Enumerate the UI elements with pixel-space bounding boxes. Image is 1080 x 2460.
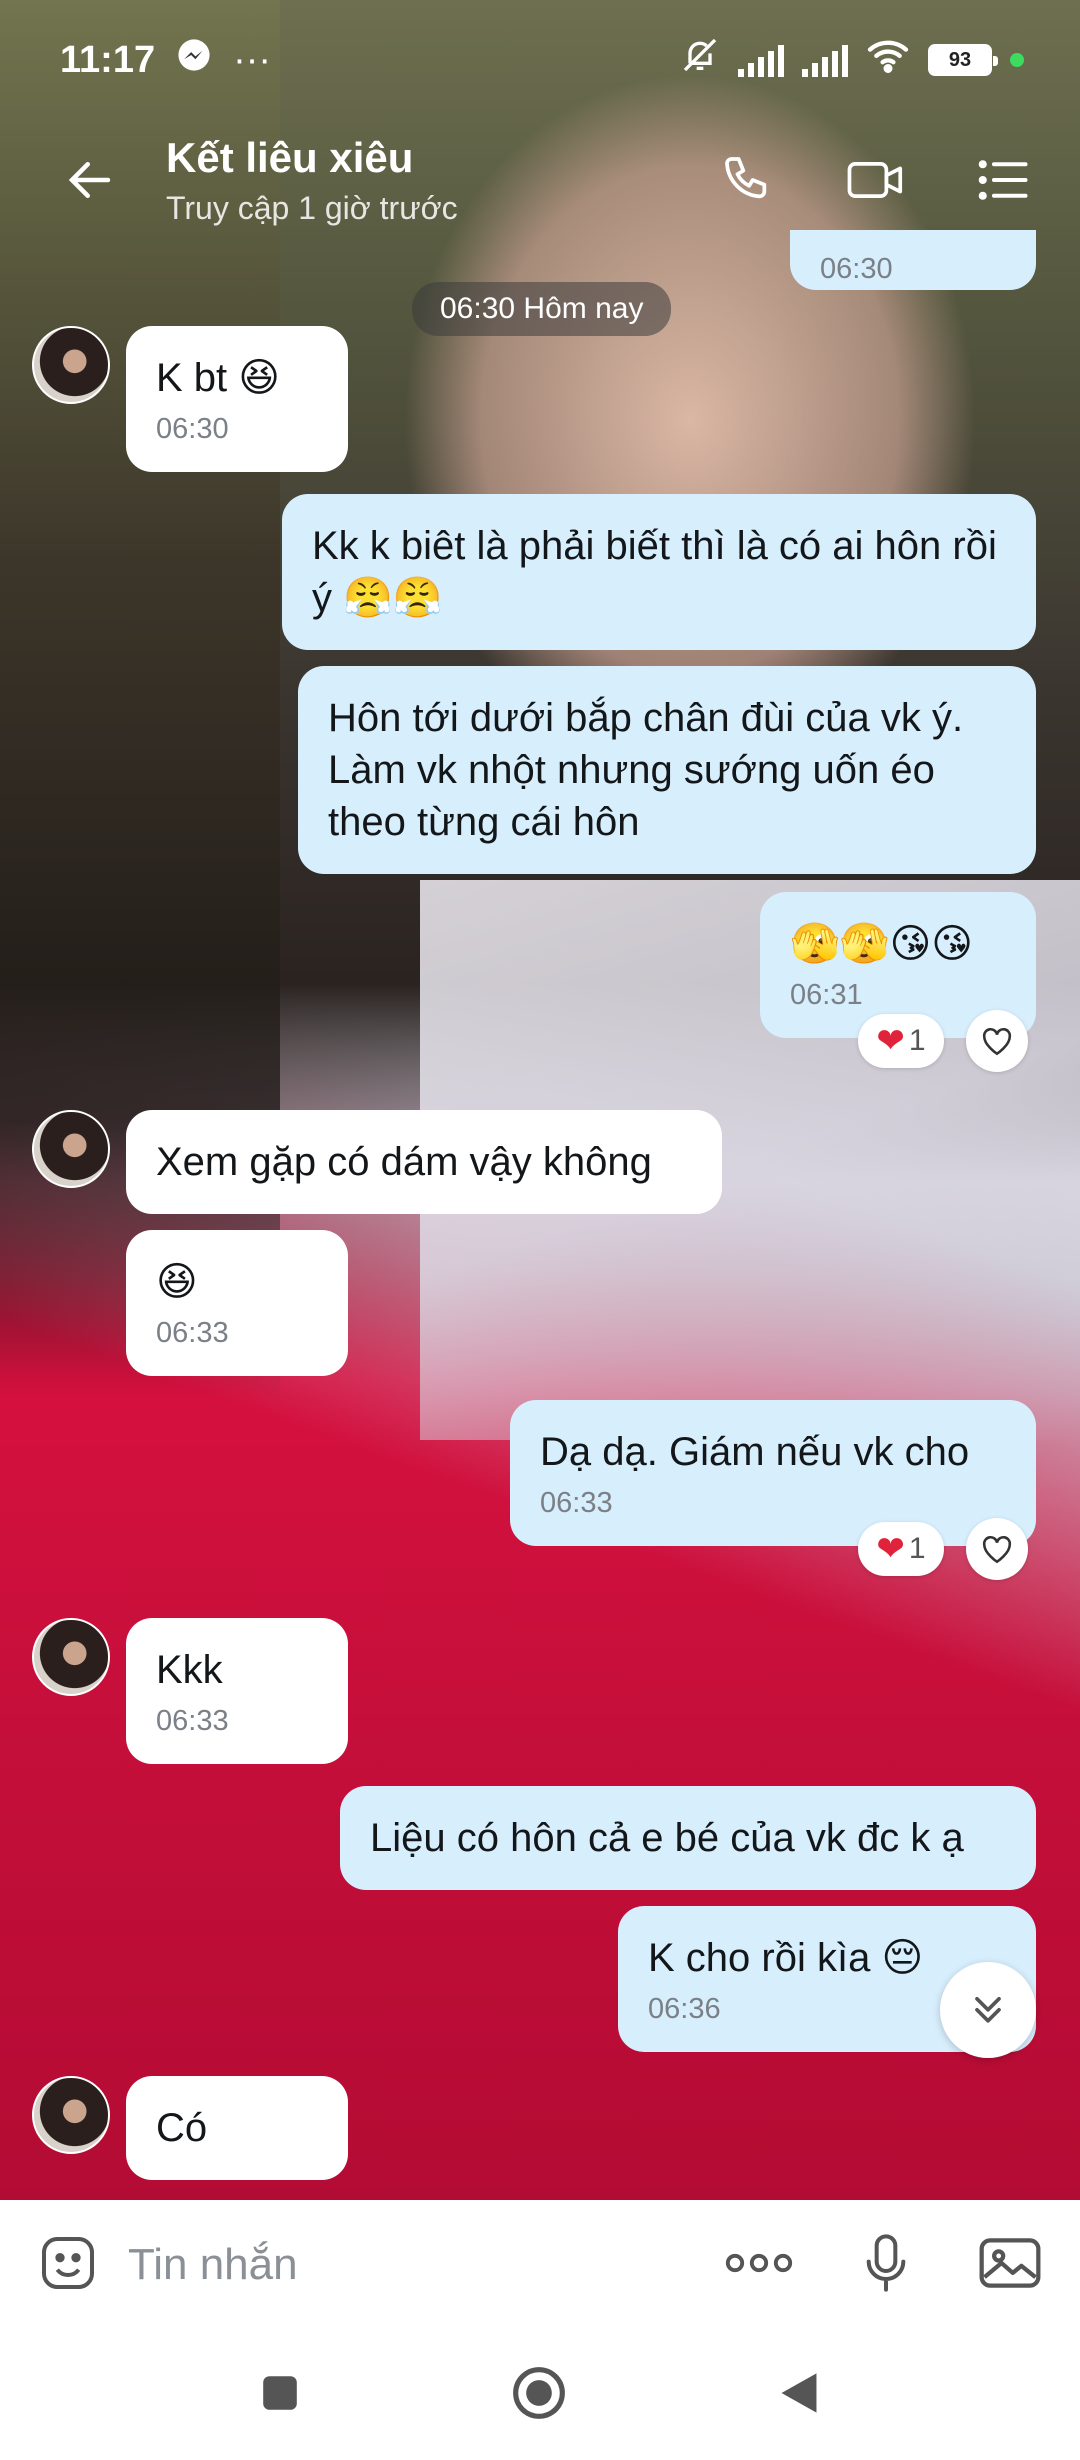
microphone-icon[interactable]: [862, 2231, 910, 2300]
more-notifications-icon: ···: [233, 38, 272, 81]
message-bubble-out[interactable]: Dạ dạ. Giám nếu vk cho 06:33: [510, 1400, 1036, 1546]
heart-reaction-icon: ❤: [876, 1530, 905, 1568]
message-bubble-out[interactable]: Liệu có hôn cả e bé của vk đc k ạ: [340, 1786, 1036, 1890]
menu-list-icon[interactable]: [976, 156, 1030, 204]
message-bubble-out[interactable]: Kk k biêt là phải biết thì là có ai hôn …: [282, 494, 1036, 650]
wifi-icon: [866, 37, 910, 83]
system-navigation-bar: [0, 2330, 1080, 2460]
contact-avatar[interactable]: [32, 326, 110, 404]
message-time: 06:30: [156, 413, 229, 445]
message-text: Dạ dạ. Giám nếu vk cho: [540, 1430, 970, 1474]
phone-icon[interactable]: [720, 152, 776, 208]
messenger-icon: [177, 38, 211, 82]
image-gallery-icon[interactable]: [976, 2231, 1044, 2300]
home-icon[interactable]: [511, 2365, 567, 2426]
chat-header: Kết liêu xiêu Truy cập 1 giờ trước: [0, 120, 1080, 240]
clock: 11:17: [60, 38, 156, 81]
contact-avatar[interactable]: [32, 1110, 110, 1188]
signal-1-icon: [738, 43, 784, 77]
reaction-badge[interactable]: ❤ 1: [858, 1522, 944, 1576]
message-bubble-in[interactable]: Kkk 06:33: [126, 1618, 348, 1764]
message-time: 06:30: [820, 253, 893, 285]
date-separator: 06:30 Hôm nay: [412, 282, 672, 336]
message-text: 🫣🫣😘😘: [790, 922, 974, 966]
message-text: 😆: [156, 1260, 198, 1304]
mute-icon: [680, 35, 720, 85]
contact-avatar[interactable]: [32, 2076, 110, 2154]
react-heart-button[interactable]: [966, 1010, 1028, 1072]
message-bubble-in[interactable]: 😆 06:33: [126, 1230, 348, 1376]
message-text: Kk k biêt là phải biết thì là có ai hôn …: [312, 524, 997, 620]
message-text: Có: [156, 2106, 208, 2150]
sticker-emoji-icon[interactable]: [36, 2231, 100, 2300]
message-composer: [0, 2200, 1080, 2330]
reaction-count: 1: [908, 1024, 926, 1057]
message-time: 06:33: [540, 1487, 613, 1519]
message-time: 06:31: [790, 979, 863, 1011]
more-options-icon[interactable]: [722, 2251, 796, 2280]
contact-name: Kết liêu xiêu: [166, 133, 414, 181]
privacy-indicator-icon: [1010, 53, 1024, 67]
reaction-badge[interactable]: ❤ 1: [858, 1014, 944, 1068]
scroll-to-bottom-button[interactable]: [940, 1962, 1036, 2058]
message-text: Hôn tới dưới bắp chân đùi của vk ý. Làm …: [328, 696, 964, 844]
contact-avatar[interactable]: [32, 1618, 110, 1696]
reaction-count: 1: [908, 1532, 926, 1565]
back-arrow-icon[interactable]: [60, 150, 120, 210]
message-bubble-in[interactable]: Xem gặp có dám vậy không: [126, 1110, 722, 1214]
message-text: K bt 😆: [156, 356, 280, 400]
message-list[interactable]: 06:30 06:30 Hôm nay K bt 😆 06:30 Kk k bi…: [0, 230, 1080, 2202]
battery-icon: 93: [928, 44, 998, 76]
double-chevron-down-icon: [966, 1986, 1010, 2035]
message-text: Xem gặp có dám vậy không: [156, 1140, 652, 1184]
message-input[interactable]: [128, 2240, 722, 2290]
signal-2-icon: [802, 43, 848, 77]
recent-apps-icon[interactable]: [259, 2372, 301, 2419]
last-seen: Truy cập 1 giờ trước: [166, 189, 458, 226]
message-bubble-in[interactable]: K bt 😆 06:30: [126, 326, 348, 472]
video-call-icon[interactable]: [846, 154, 906, 206]
message-time: 06:33: [156, 1317, 229, 1349]
status-bar: 11:17 ··· 93: [0, 0, 1080, 120]
message-bubble-out[interactable]: Hôn tới dưới bắp chân đùi của vk ý. Làm …: [298, 666, 1036, 874]
message-text: Kkk: [156, 1648, 223, 1692]
message-time: 06:33: [156, 1705, 229, 1737]
message-bubble-in[interactable]: Có: [126, 2076, 348, 2180]
heart-reaction-icon: ❤: [876, 1022, 905, 1060]
back-triangle-icon[interactable]: [777, 2369, 821, 2422]
message-bubble-out[interactable]: 06:30: [790, 230, 1036, 290]
react-heart-button[interactable]: [966, 1518, 1028, 1580]
contact-info[interactable]: Kết liêu xiêu Truy cập 1 giờ trước: [166, 134, 458, 227]
message-text: Liệu có hôn cả e bé của vk đc k ạ: [370, 1816, 964, 1860]
